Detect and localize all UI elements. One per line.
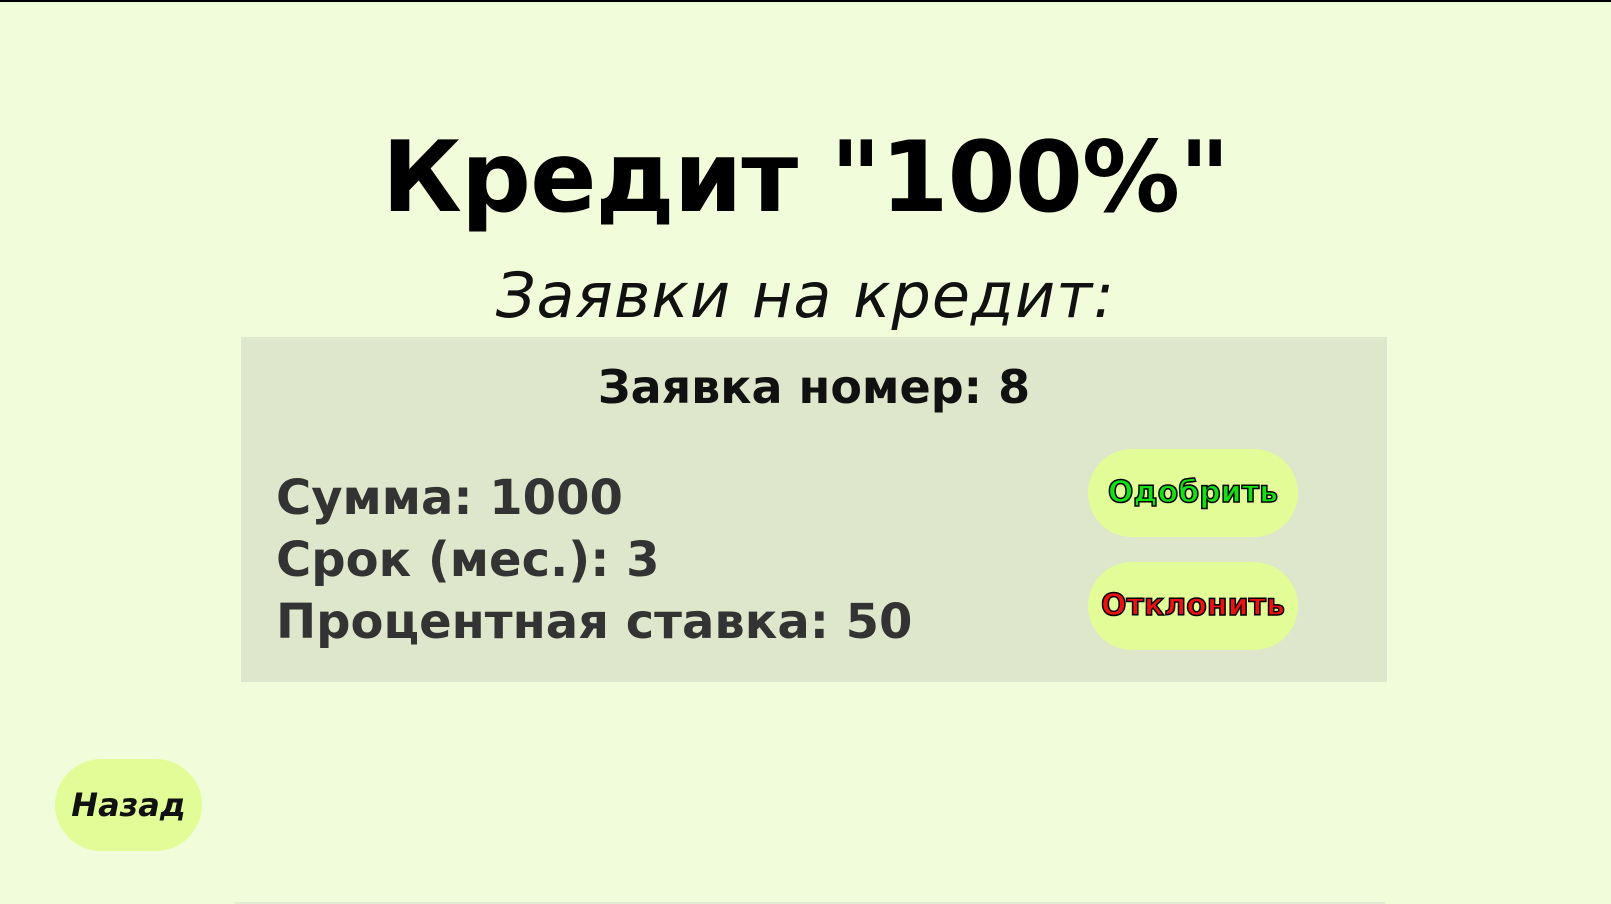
approve-button[interactable]: Одобрить <box>1088 449 1298 537</box>
application-title: Заявка номер: 8 <box>597 360 1031 414</box>
interest-rate-detail: Процентная ставка: 50 <box>276 594 913 650</box>
amount-detail: Сумма: 1000 <box>276 470 623 526</box>
application-card: Заявка номер: 8 Сумма: 1000 Срок (мес.):… <box>241 337 1387 682</box>
window-top-border <box>0 0 1611 2</box>
back-button[interactable]: Назад <box>55 759 202 851</box>
term-detail: Срок (мес.): 3 <box>276 532 660 588</box>
app-title: Кредит "100%" <box>381 120 1230 235</box>
section-title: Заявки на кредит: <box>495 259 1116 333</box>
reject-button[interactable]: Отклонить <box>1088 562 1298 650</box>
application-details: Сумма: 1000 Срок (мес.): 3 Процентная ст… <box>276 467 912 653</box>
